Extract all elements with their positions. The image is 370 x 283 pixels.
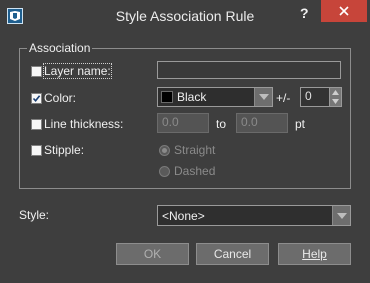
style-label: Style: <box>19 208 50 222</box>
color-select-arrow[interactable] <box>254 88 272 106</box>
layer-name-label[interactable]: Layer name: <box>43 63 112 79</box>
style-select-arrow[interactable] <box>332 206 350 225</box>
chevron-down-icon <box>336 212 347 219</box>
color-checkbox[interactable] <box>31 93 42 104</box>
line-thickness-to-label: to <box>216 117 227 131</box>
color-select-value: Black <box>177 90 207 104</box>
stipple-dashed-label: Dashed <box>174 164 216 178</box>
color-select[interactable]: Black <box>157 87 273 107</box>
window-title: Style Association Rule <box>115 8 255 24</box>
line-thickness-label[interactable]: Line thickness: <box>44 117 123 131</box>
line-thickness-to-input[interactable]: 0.0 <box>236 113 288 133</box>
stipple-straight-label: Straight <box>174 143 216 157</box>
association-legend: Association <box>27 41 93 55</box>
tolerance-value: 0 <box>305 89 312 103</box>
line-thickness-checkbox[interactable] <box>31 119 42 130</box>
checkmark-icon <box>32 95 41 103</box>
layer-name-checkbox[interactable] <box>31 66 42 77</box>
stipple-label[interactable]: Stipple: <box>44 143 84 157</box>
stipple-dashed-radio[interactable] <box>159 166 170 177</box>
spin-up-icon <box>332 90 339 95</box>
style-select[interactable]: <None> <box>157 205 351 226</box>
chevron-down-icon <box>258 94 269 100</box>
tolerance-spin-arrows[interactable] <box>329 88 341 106</box>
color-label[interactable]: Color: <box>44 91 76 105</box>
close-icon <box>339 6 349 16</box>
spin-down-icon <box>332 99 339 104</box>
stipple-straight-radio[interactable] <box>159 145 170 156</box>
layer-name-input[interactable] <box>157 61 341 79</box>
cancel-button[interactable]: Cancel <box>196 243 269 265</box>
ok-button[interactable]: OK <box>116 243 189 265</box>
style-select-value: <None> <box>162 209 205 223</box>
tolerance-label: +/- <box>276 91 291 105</box>
line-thickness-from-input[interactable]: 0.0 <box>157 113 209 133</box>
close-button[interactable] <box>321 0 367 22</box>
tolerance-spinbox[interactable]: 0 <box>300 87 342 107</box>
line-thickness-unit: pt <box>295 117 306 131</box>
help-button[interactable]: Help <box>278 243 351 265</box>
color-swatch <box>161 91 173 103</box>
stipple-checkbox[interactable] <box>31 145 42 156</box>
help-icon[interactable]: ? <box>300 5 309 21</box>
